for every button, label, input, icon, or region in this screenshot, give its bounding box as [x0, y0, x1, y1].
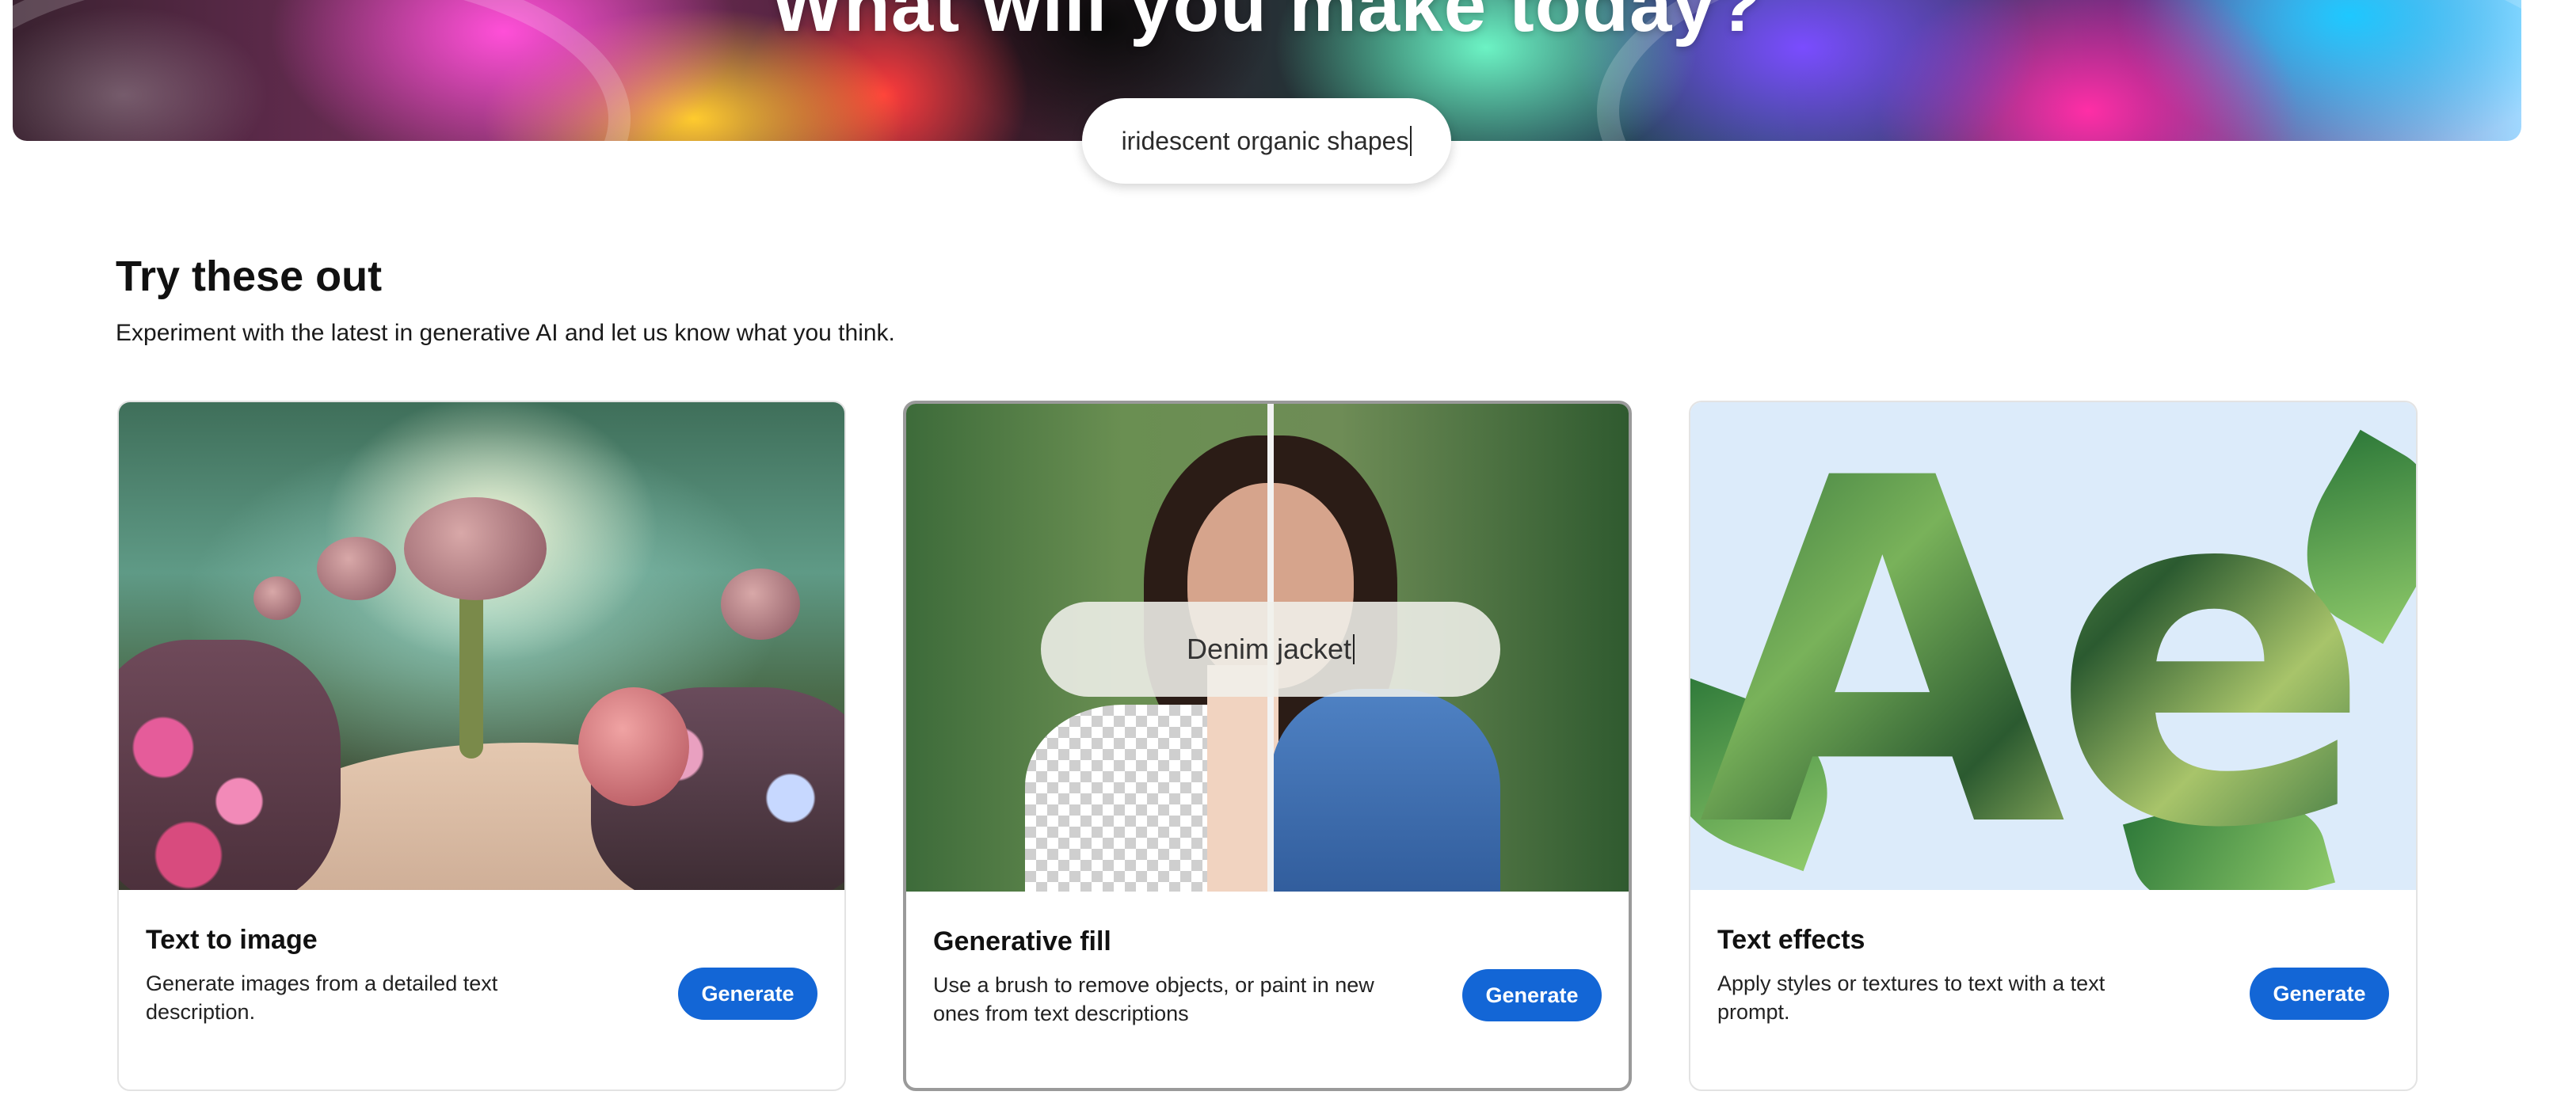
fill-prompt-pill: Denim jacket [1041, 602, 1500, 697]
card-title: Generative fill [933, 926, 1111, 956]
effect-letters: Ae [1698, 418, 2372, 891]
section-title: Try these out [116, 253, 383, 300]
card-text-effects[interactable]: Ae Text effects Apply styles or textures… [1689, 401, 2418, 1091]
text-effects-preview: Ae [1690, 402, 2416, 890]
card-generative-fill[interactable]: Denim jacket Generative fill Use a brush… [903, 401, 1632, 1091]
generate-button[interactable]: Generate [2250, 968, 2389, 1020]
text-caret [1353, 634, 1355, 664]
text-caret [1410, 126, 1412, 156]
card-title: Text effects [1717, 925, 1865, 955]
card-text-to-image[interactable]: Text to image Generate images from a det… [117, 401, 846, 1091]
garden-mushroom-cap [253, 576, 301, 620]
card-description: Generate images from a detailed text des… [146, 972, 498, 1024]
garden-mushroom-cap [721, 569, 800, 640]
garden-flowers-left [119, 640, 341, 890]
garden-pod [578, 687, 689, 806]
generate-button[interactable]: Generate [1462, 969, 1602, 1021]
garden-mushroom-cap [404, 497, 547, 600]
denim-jacket [1271, 689, 1500, 892]
garden-mushroom-cap [317, 537, 396, 600]
hero-title: What will you make today? [771, 0, 1763, 48]
card-description: Apply styles or textures to text with a … [1717, 972, 2105, 1024]
card-title: Text to image [146, 925, 318, 955]
text-to-image-preview [119, 402, 844, 890]
generate-button[interactable]: Generate [678, 968, 817, 1020]
prompt-input[interactable]: iridescent organic shapes [1082, 98, 1451, 184]
section-subtitle: Experiment with the latest in generative… [116, 320, 895, 346]
prompt-text: iridescent organic shapes [1121, 126, 1409, 155]
fill-prompt-text: Denim jacket [1186, 633, 1352, 665]
card-description: Use a brush to remove objects, or paint … [933, 973, 1374, 1025]
generative-fill-preview: Denim jacket [906, 404, 1629, 892]
